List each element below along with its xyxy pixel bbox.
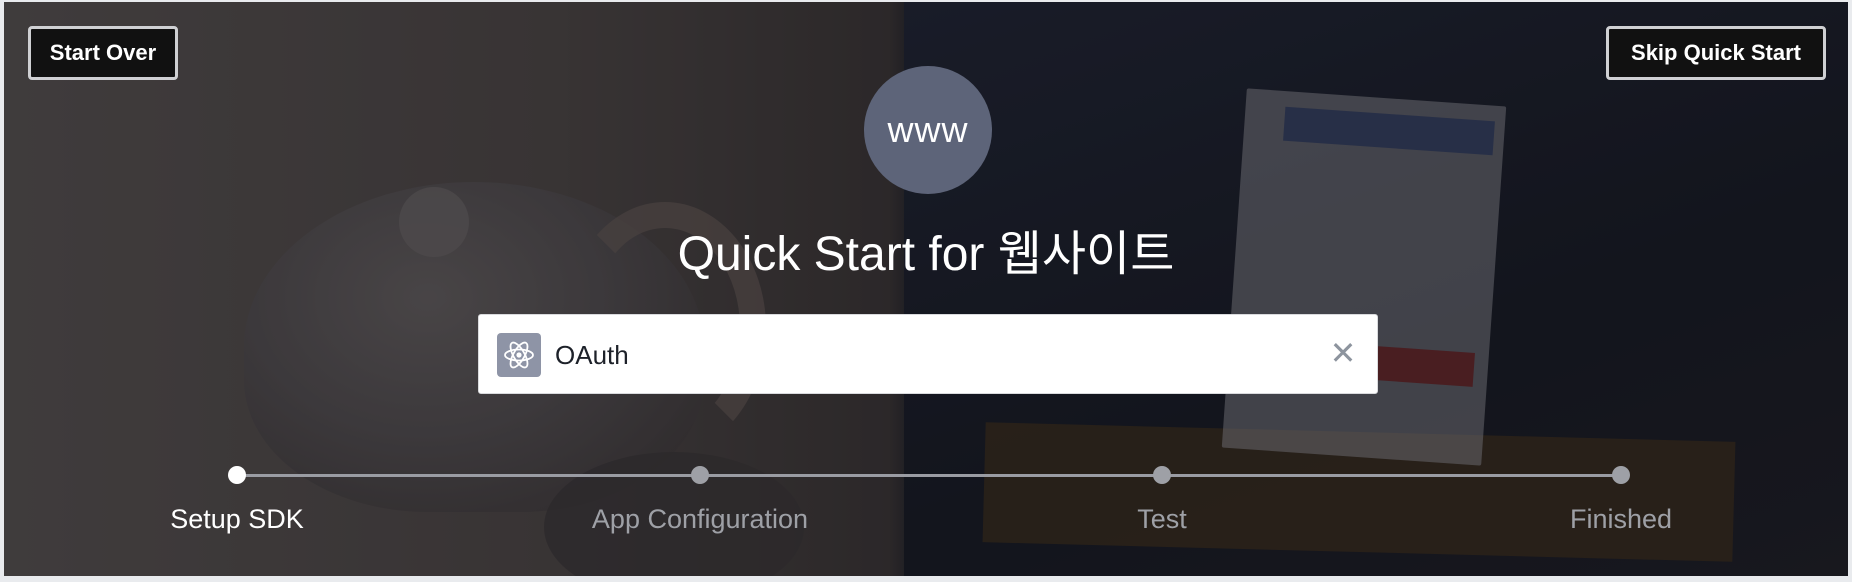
step-label-3[interactable]: Test [1012, 504, 1312, 535]
close-icon[interactable]: ✕ [1327, 337, 1359, 369]
platform-www-icon: www [864, 66, 992, 194]
step-dot-1[interactable] [228, 466, 246, 484]
step-label-1[interactable]: Setup SDK [87, 504, 387, 535]
app-search-box[interactable]: ✕ [478, 314, 1378, 394]
atom-icon [497, 333, 541, 377]
app-search-input[interactable] [553, 327, 1317, 383]
skip-quick-start-button[interactable]: Skip Quick Start [1606, 26, 1826, 80]
start-over-button[interactable]: Start Over [28, 26, 178, 80]
quick-start-hero: Start Over Skip Quick Start www Quick St… [4, 2, 1848, 576]
step-dot-4[interactable] [1612, 466, 1630, 484]
page-title: Quick Start for 웹사이트 [677, 228, 1175, 281]
step-label-2[interactable]: App Configuration [550, 504, 850, 535]
step-dot-3[interactable] [1153, 466, 1171, 484]
step-dot-2[interactable] [691, 466, 709, 484]
progress-track [237, 474, 1621, 477]
step-label-4[interactable]: Finished [1471, 504, 1771, 535]
